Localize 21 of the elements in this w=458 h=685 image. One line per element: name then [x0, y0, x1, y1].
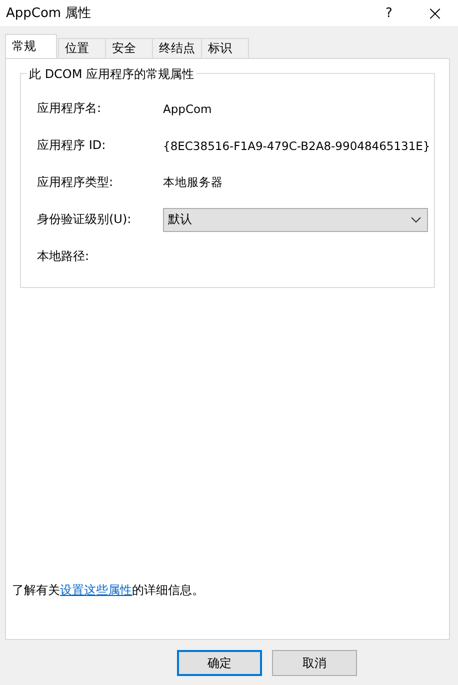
window-title: AppCom 属性 — [6, 5, 92, 22]
tab[interactable]: 常规 — [5, 34, 57, 58]
settings-link[interactable]: 设置这些属性 — [60, 583, 132, 597]
field-label: 本地路径: — [37, 248, 90, 265]
field-label: 应用程序 ID: — [37, 137, 107, 154]
close-button[interactable]: × — [412, 0, 458, 26]
field-value: AppCom — [163, 102, 212, 116]
dialog-button[interactable]: 取消 — [272, 650, 357, 676]
field-label: 应用程序名: — [37, 100, 102, 117]
group-title: 此 DCOM 应用程序的常规属性 — [27, 66, 196, 83]
info-text: 了解有关设置这些属性的详细信息。 — [12, 582, 205, 599]
dialog-button[interactable]: 确定 — [177, 650, 262, 676]
tab[interactable]: 标识 — [201, 38, 249, 58]
field-value: 本地服务器 — [163, 175, 223, 190]
field-label: 身份验证级别(U): — [37, 211, 132, 228]
field-value: {8EC38516-F1A9-479C-B2A8-99048465131E} — [163, 138, 430, 152]
dropdown[interactable]: 默认 — [163, 208, 428, 232]
chevron-down-icon — [411, 216, 421, 222]
tab[interactable]: 位置 — [58, 38, 106, 58]
field-label: 应用程序类型: — [37, 174, 114, 191]
help-button[interactable]: ? — [366, 0, 412, 26]
